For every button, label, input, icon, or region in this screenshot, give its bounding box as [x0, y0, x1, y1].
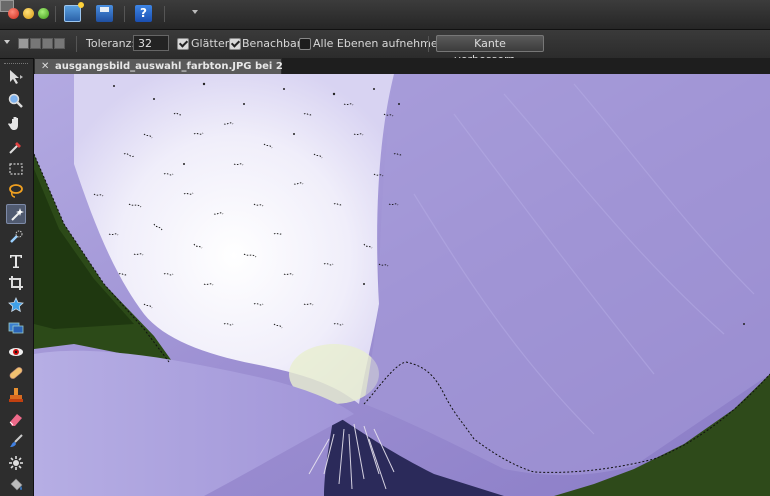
- eraser-tool-icon[interactable]: [6, 409, 26, 429]
- selection-mode-subtract-icon[interactable]: [42, 38, 53, 49]
- application-bar: ?: [0, 0, 770, 30]
- move-tool-icon[interactable]: [6, 67, 26, 87]
- toolbox: [0, 59, 34, 496]
- zoom-tool-icon[interactable]: [6, 91, 26, 111]
- smooth-label: Glätten: [191, 37, 232, 50]
- marquee-tool-icon[interactable]: [6, 159, 26, 179]
- tool-options-bar: Toleranz: Glätten Benachbart Alle Ebenen…: [0, 30, 770, 66]
- tab-strip: [282, 58, 770, 74]
- tolerance-label: Toleranz:: [86, 37, 136, 50]
- all-layers-label: Alle Ebenen aufnehmen: [313, 37, 445, 50]
- hand-tool-icon[interactable]: [6, 113, 26, 133]
- red-eye-tool-icon[interactable]: [6, 342, 26, 362]
- close-icon[interactable]: ✕: [41, 59, 49, 74]
- lasso-tool-icon[interactable]: [6, 181, 26, 201]
- clone-stamp-tool-icon[interactable]: [6, 385, 26, 405]
- contiguous-label: Benachbart: [242, 37, 306, 50]
- options-separator: [76, 36, 77, 52]
- chevron-down-icon[interactable]: [192, 10, 198, 14]
- toolbar-separator: [124, 6, 125, 22]
- tolerance-input[interactable]: [133, 35, 169, 51]
- window-close-button[interactable]: [8, 8, 19, 19]
- flower-photo: [34, 74, 770, 496]
- eyedropper-tool-icon[interactable]: [6, 137, 26, 157]
- paint-bucket-tool-icon[interactable]: [6, 475, 26, 495]
- selection-mode-intersect-icon[interactable]: [54, 38, 65, 49]
- text-tool-icon[interactable]: [6, 251, 26, 271]
- all-layers-checkbox[interactable]: [299, 38, 311, 50]
- save-icon[interactable]: [96, 5, 113, 22]
- options-separator: [428, 36, 429, 52]
- document-tab[interactable]: ✕ ausgangsbild_auswahl_farbton.JPG bei 2…: [34, 58, 362, 74]
- new-file-icon[interactable]: [64, 2, 84, 22]
- contiguous-checkbox[interactable]: [229, 38, 241, 50]
- healing-brush-tool-icon[interactable]: [6, 363, 26, 383]
- straighten-tool-icon[interactable]: [6, 317, 26, 337]
- magic-wand-tool-icon[interactable]: [6, 204, 26, 224]
- selection-mode-new-icon[interactable]: [18, 38, 29, 49]
- toolbar-separator: [164, 6, 165, 22]
- toolbar-separator: [55, 6, 56, 22]
- help-icon[interactable]: ?: [135, 5, 152, 22]
- smart-brush-tool-icon[interactable]: [6, 453, 26, 473]
- refine-edge-button[interactable]: Kante verbessern...: [436, 35, 544, 66]
- selection-mode-add-icon[interactable]: [30, 38, 41, 49]
- smooth-checkbox[interactable]: [177, 38, 189, 50]
- window-minimize-button[interactable]: [23, 8, 34, 19]
- brush-tool-icon[interactable]: [6, 431, 26, 451]
- image-canvas[interactable]: [34, 74, 770, 496]
- window-zoom-button[interactable]: [38, 8, 49, 19]
- cookie-cutter-tool-icon[interactable]: [6, 295, 26, 315]
- quick-selection-tool-icon[interactable]: [6, 227, 26, 247]
- crop-tool-icon[interactable]: [6, 273, 26, 293]
- toolbox-grip[interactable]: [4, 63, 28, 66]
- tool-preset-chevron-icon[interactable]: [4, 40, 10, 44]
